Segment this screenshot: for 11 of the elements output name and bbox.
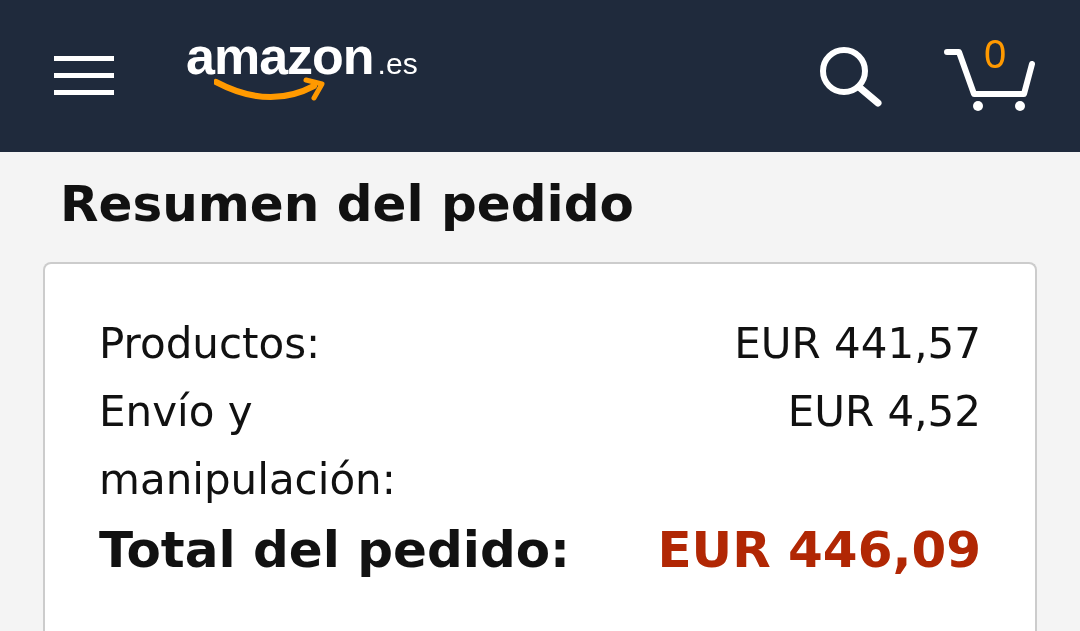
total-amount: EUR 446,09 bbox=[657, 520, 981, 581]
summary-amount: EUR 4,52 bbox=[787, 386, 981, 438]
summary-label: Productos: bbox=[99, 318, 321, 370]
cart-count: 0 bbox=[984, 34, 1007, 74]
menu-icon[interactable] bbox=[54, 56, 114, 96]
search-icon[interactable] bbox=[818, 45, 884, 107]
total-label: Total del pedido: bbox=[99, 520, 571, 581]
page-title: Resumen del pedido bbox=[60, 174, 635, 234]
summary-label: Envío y manipulación: bbox=[99, 386, 397, 506]
summary-amount: EUR 441,57 bbox=[734, 318, 981, 370]
amazon-logo[interactable]: amazon.es bbox=[186, 30, 418, 102]
